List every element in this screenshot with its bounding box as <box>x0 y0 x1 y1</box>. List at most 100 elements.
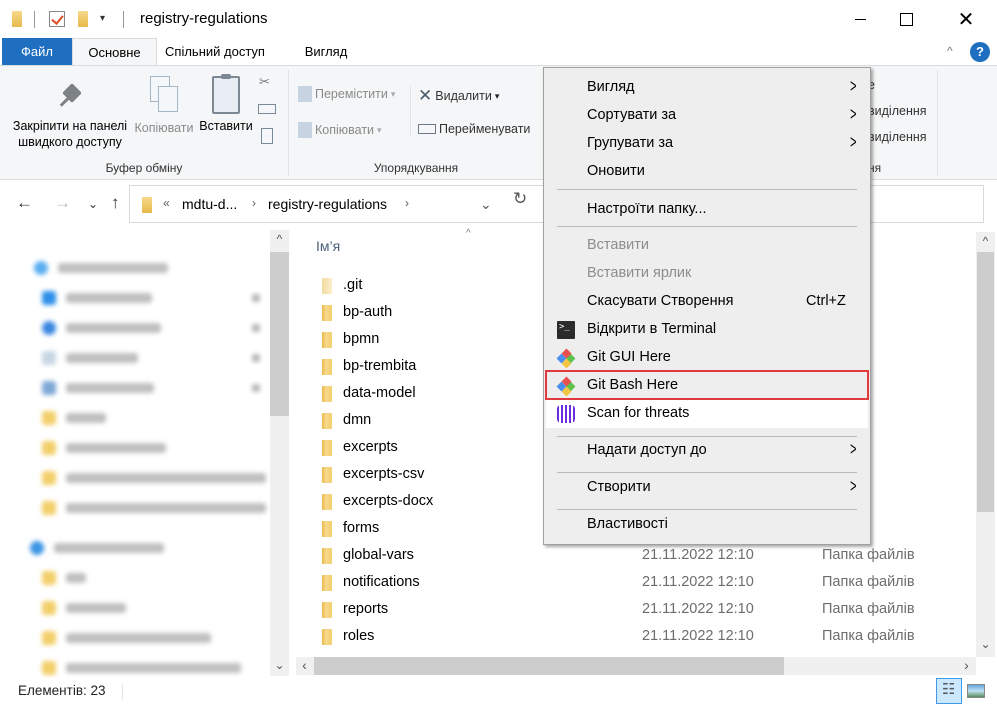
menu-item-undo-create[interactable]: Скасувати Створення Ctrl+Z <box>546 288 868 316</box>
file-list-scrollbar[interactable]: ^ ⌄ <box>976 232 995 657</box>
menu-item-new[interactable]: Створити > <box>546 474 868 502</box>
file-date: 21.11.2022 12:10 <box>642 574 754 590</box>
recent-locations-button[interactable]: ⌄ <box>88 197 98 211</box>
file-name: reports <box>343 601 389 617</box>
tab-share[interactable]: Спільний доступ <box>160 38 270 66</box>
file-row[interactable]: roles 21.11.2022 12:10 Папка файлів <box>296 623 976 650</box>
scroll-thumb[interactable] <box>314 657 784 675</box>
copy-path-icon[interactable] <box>258 104 276 114</box>
sidebar-item[interactable] <box>42 468 266 488</box>
copy-to-button[interactable]: Копіювати ▾ <box>298 122 382 138</box>
breadcrumb-mdtu[interactable]: mdtu-d... <box>182 196 237 212</box>
folder-icon <box>142 197 152 213</box>
overflow-breadcrumb-button[interactable]: « <box>163 196 170 210</box>
up-button[interactable]: ↑ <box>111 193 120 213</box>
file-type: Папка файлів <box>822 574 915 590</box>
help-button[interactable]: ? <box>970 42 990 62</box>
scroll-right-button[interactable]: › <box>958 657 975 673</box>
collapse-ribbon-button[interactable]: ^ <box>947 44 953 58</box>
paste-shortcut-icon[interactable] <box>261 128 273 144</box>
folder-icon <box>12 11 22 27</box>
address-bar[interactable]: « mdtu-d... › registry-regulations › ⌄ <box>129 185 544 223</box>
properties-icon[interactable] <box>49 11 65 27</box>
forward-button[interactable]: → <box>54 193 71 213</box>
maximize-button[interactable] <box>883 0 929 38</box>
sidebar-item[interactable] <box>42 348 138 368</box>
refresh-button[interactable]: ↻ <box>513 189 527 209</box>
cut-icon[interactable]: ✂ <box>259 74 270 90</box>
pin-icon <box>252 294 260 302</box>
invert-selection-button[interactable]: виділення <box>868 130 927 144</box>
sidebar-item[interactable] <box>42 628 211 648</box>
menu-item-sort-by[interactable]: Сортувати за > <box>546 102 868 130</box>
terminal-icon <box>557 321 575 339</box>
menu-item-properties[interactable]: Властивості <box>546 511 868 539</box>
menu-item-scan-threats[interactable]: Scan for threats <box>546 400 868 428</box>
chevron-right-icon: > <box>850 76 857 96</box>
tab-home[interactable]: Основне <box>72 38 157 66</box>
close-button[interactable]: ✕ <box>943 0 989 38</box>
scroll-down-button[interactable]: ⌄ <box>271 658 288 672</box>
sidebar-item[interactable] <box>42 378 154 398</box>
move-to-button[interactable]: Перемістити ▾ <box>298 86 395 102</box>
menu-item-git-gui[interactable]: Git GUI Here <box>546 344 868 372</box>
delete-button[interactable]: ✕ Видалити ▾ <box>418 86 499 106</box>
menu-item-refresh[interactable]: Оновити <box>546 158 868 186</box>
breadcrumb-separator[interactable]: › <box>405 196 409 210</box>
sidebar-item[interactable] <box>42 498 266 518</box>
sidebar-item[interactable] <box>42 288 152 308</box>
sidebar-item[interactable] <box>42 598 126 618</box>
sidebar-scrollbar[interactable]: ^ ⌄ <box>270 230 289 676</box>
select-none-button[interactable]: виділення <box>868 104 927 118</box>
file-row[interactable]: global-vars 21.11.2022 12:10 Папка файлів <box>296 542 976 569</box>
copy-button[interactable]: Копіювати <box>130 76 198 136</box>
customize-quick-access-button[interactable]: ▾ <box>100 13 105 24</box>
horizontal-scrollbar[interactable]: ‹ › <box>296 657 976 675</box>
sidebar-item[interactable] <box>42 318 161 338</box>
sidebar-item-quick-access[interactable] <box>34 258 168 278</box>
menu-item-view[interactable]: Вигляд > <box>546 74 868 102</box>
file-row[interactable]: notifications 21.11.2022 12:10 Папка файлі… <box>296 569 976 596</box>
menu-item-customize-folder[interactable]: Настроїти папку... <box>546 196 868 224</box>
file-name: dmn <box>343 412 372 428</box>
tab-view[interactable]: Вигляд <box>276 38 376 66</box>
new-folder-icon[interactable] <box>78 11 88 27</box>
scroll-thumb[interactable] <box>977 252 994 512</box>
breadcrumb-separator[interactable]: › <box>252 196 256 210</box>
address-history-dropdown[interactable]: ⌄ <box>480 196 492 213</box>
menu-item-group-by[interactable]: Групувати за > <box>546 130 868 158</box>
menu-item-give-access[interactable]: Надати доступ до > <box>546 437 868 465</box>
rename-button[interactable]: Перейменувати <box>418 122 530 136</box>
move-icon <box>298 86 312 102</box>
scroll-up-button[interactable]: ^ <box>271 232 288 246</box>
chevron-right-icon: > <box>850 439 857 459</box>
menu-item-open-terminal[interactable]: Відкрити в Terminal <box>546 316 868 344</box>
scroll-thumb[interactable] <box>270 252 289 416</box>
pin-quick-access-button[interactable]: Закріпити на панелі швидкого доступу <box>8 80 132 150</box>
menu-separator <box>557 472 857 473</box>
scroll-left-button[interactable]: ‹ <box>296 657 313 673</box>
search-input[interactable] <box>870 185 984 223</box>
large-icons-view-button[interactable] <box>967 684 985 698</box>
sidebar-item[interactable] <box>42 408 106 428</box>
menu-item-paste-shortcut[interactable]: Вставити ярлик <box>546 260 868 288</box>
organize-group-label: Упорядкування <box>373 161 459 175</box>
file-row[interactable]: reports 21.11.2022 12:10 Папка файлів <box>296 596 976 623</box>
sidebar-item[interactable] <box>42 658 241 678</box>
scroll-down-button[interactable]: ⌄ <box>977 637 994 651</box>
chevron-right-icon: > <box>850 104 857 124</box>
menu-item-paste[interactable]: Вставити <box>546 232 868 260</box>
window-title: registry-regulations <box>140 10 268 27</box>
breadcrumb-registry-regulations[interactable]: registry-regulations <box>268 196 387 212</box>
sidebar-item-onedrive[interactable] <box>30 538 164 558</box>
column-header-name[interactable]: Ім’я <box>316 238 340 254</box>
minimize-button[interactable] <box>837 0 883 38</box>
ribbon-tabs: Файл Основне Спільний доступ Вигляд <box>0 38 997 66</box>
scroll-up-button[interactable]: ^ <box>977 234 994 248</box>
back-button[interactable]: ← <box>16 193 33 213</box>
paste-button[interactable]: Вставити <box>197 74 255 134</box>
sidebar-item[interactable] <box>42 438 166 458</box>
sidebar-item[interactable] <box>42 568 86 588</box>
tab-file[interactable]: Файл <box>2 38 72 66</box>
details-view-button[interactable] <box>936 678 962 704</box>
